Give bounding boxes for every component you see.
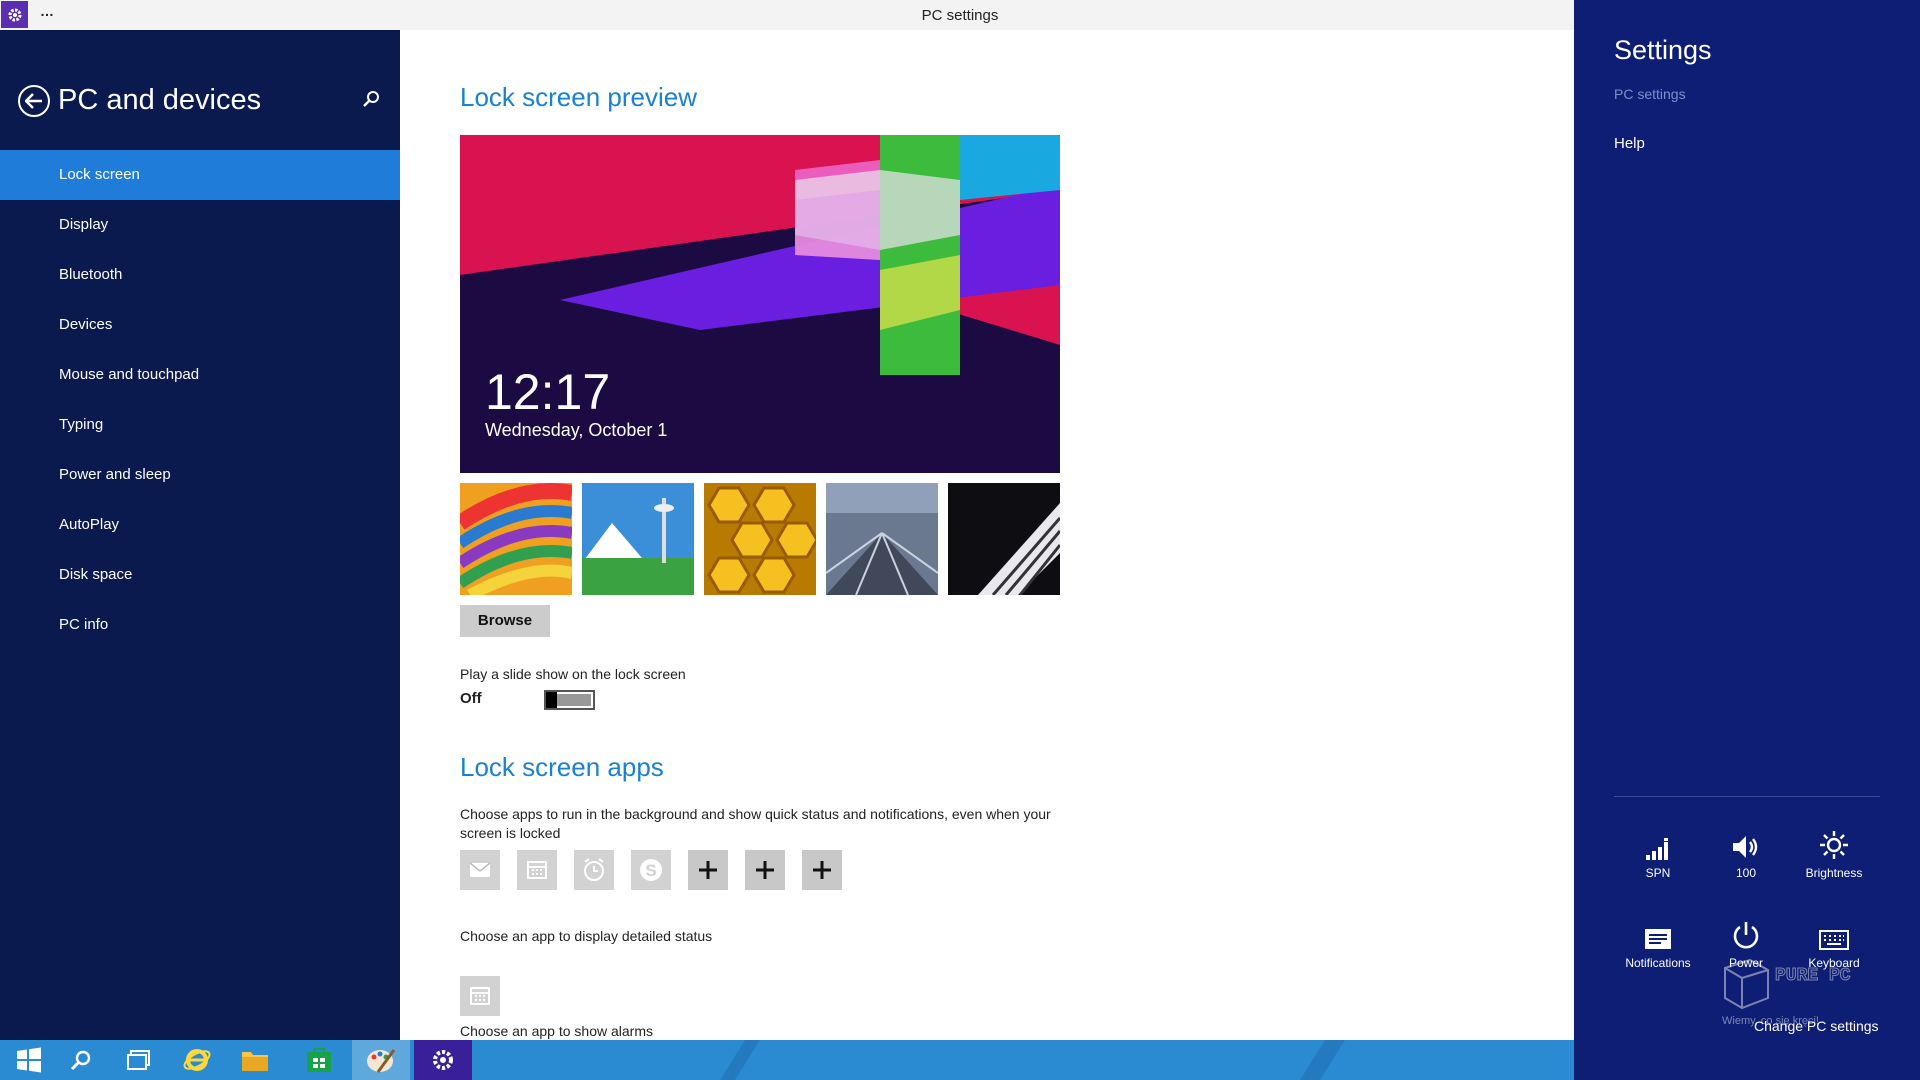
mail-icon[interactable] — [460, 850, 500, 890]
notifications-label: Notifications — [1625, 956, 1691, 970]
back-arrow-icon[interactable] — [18, 84, 50, 117]
sidebar: PC and devices Lock screen Display Bluet… — [0, 30, 400, 1040]
internet-explorer-icon[interactable] — [168, 1040, 226, 1080]
page-title: PC and devices — [58, 84, 262, 116]
brightness-button[interactable]: Brightness — [1789, 826, 1879, 880]
watermark-tagline: Wiemy, co się kręci! — [1722, 1015, 1819, 1027]
watermark-brand: PURE PC — [1775, 966, 1851, 986]
charm-subtitle: PC settings — [1614, 86, 1686, 102]
taskbar — [0, 1040, 1574, 1080]
slideshow-toggle-state: Off — [460, 690, 482, 707]
background-thumb-2[interactable] — [582, 483, 694, 595]
background-thumb-5[interactable] — [948, 483, 1060, 595]
lock-screen-preview: 12:17 Wednesday, October 1 — [460, 135, 1060, 473]
charm-title: Settings — [1614, 35, 1712, 65]
svg-text:S: S — [645, 861, 656, 880]
start-icon[interactable] — [0, 1040, 58, 1080]
lock-screen-preview-heading: Lock screen preview — [460, 82, 697, 112]
add-icon[interactable] — [688, 850, 728, 890]
task-view-icon[interactable] — [110, 1040, 168, 1080]
search-icon[interactable] — [362, 90, 382, 110]
store-icon[interactable] — [290, 1040, 348, 1080]
power-icon — [1701, 916, 1791, 950]
help-link[interactable]: Help — [1614, 135, 1645, 152]
notifications-button[interactable]: Notifications — [1613, 916, 1703, 970]
calendar-icon[interactable] — [517, 850, 557, 890]
sidebar-item-bluetooth[interactable]: Bluetooth — [0, 250, 400, 300]
slideshow-toggle[interactable] — [544, 690, 595, 710]
purepc-watermark: PURE PC Wiemy, co się kręci! — [1720, 958, 1870, 1038]
sidebar-item-pc-info[interactable]: PC info — [0, 600, 400, 650]
sidebar-item-display[interactable]: Display — [0, 200, 400, 250]
volume-button[interactable]: 100 — [1701, 826, 1791, 880]
toggle-track — [556, 694, 591, 706]
notifications-icon — [1613, 916, 1703, 950]
network-button[interactable]: SPN — [1613, 826, 1703, 880]
file-explorer-icon[interactable] — [226, 1040, 284, 1080]
keyboard-icon — [1789, 916, 1879, 950]
background-thumb-4[interactable] — [826, 483, 938, 595]
volume-level: 100 — [1735, 866, 1757, 880]
skype-icon[interactable]: S — [631, 850, 671, 890]
brightness-label: Brightness — [1805, 866, 1863, 880]
toggle-knob — [546, 692, 557, 708]
search-icon[interactable] — [52, 1040, 110, 1080]
lock-screen-time: 12:17 — [485, 364, 611, 420]
brightness-icon — [1789, 826, 1879, 860]
main-content: Lock screen preview 12:17 Wednesday, Oct… — [400, 30, 1574, 1040]
divider — [1614, 796, 1880, 797]
sidebar-item-devices[interactable]: Devices — [0, 300, 400, 350]
sidebar-item-power-sleep[interactable]: Power and sleep — [0, 450, 400, 500]
browse-button[interactable]: Browse — [460, 605, 550, 637]
background-thumbnails — [460, 483, 1070, 595]
sidebar-item-typing[interactable]: Typing — [0, 400, 400, 450]
sidebar-item-mouse-touchpad[interactable]: Mouse and touchpad — [0, 350, 400, 400]
nav-list: Lock screen Display Bluetooth Devices Mo… — [0, 150, 400, 650]
lock-apps-description: Choose apps to run in the background and… — [460, 806, 1051, 841]
sidebar-item-disk-space[interactable]: Disk space — [0, 550, 400, 600]
calendar-icon[interactable] — [460, 976, 500, 1016]
network-label: SPN — [1645, 866, 1671, 880]
background-thumb-3[interactable] — [704, 483, 816, 595]
sidebar-item-autoplay[interactable]: AutoPlay — [0, 500, 400, 550]
network-signal-icon — [1613, 826, 1703, 860]
alarms-label: Choose an app to show alarms — [460, 1023, 653, 1039]
paint-icon[interactable] — [352, 1040, 410, 1080]
pc-settings-icon[interactable] — [414, 1040, 472, 1080]
lock-screen-apps-heading: Lock screen apps — [460, 752, 664, 782]
add-icon[interactable] — [745, 850, 785, 890]
title-bar: … PC settings — [0, 0, 1574, 30]
sidebar-item-lock-screen[interactable]: Lock screen — [0, 150, 400, 200]
background-thumb-1[interactable] — [460, 483, 572, 595]
slideshow-label: Play a slide show on the lock screen — [460, 666, 686, 682]
alarm-icon[interactable] — [574, 850, 614, 890]
add-icon[interactable] — [802, 850, 842, 890]
detailed-status-label: Choose an app to display detailed status — [460, 928, 713, 944]
lock-screen-date: Wednesday, October 1 — [485, 420, 668, 440]
settings-charm-panel: Settings PC settings Help SPN 100 Bright… — [1574, 0, 1920, 1080]
volume-icon — [1701, 826, 1791, 860]
nav-header: PC and devices — [18, 84, 261, 117]
